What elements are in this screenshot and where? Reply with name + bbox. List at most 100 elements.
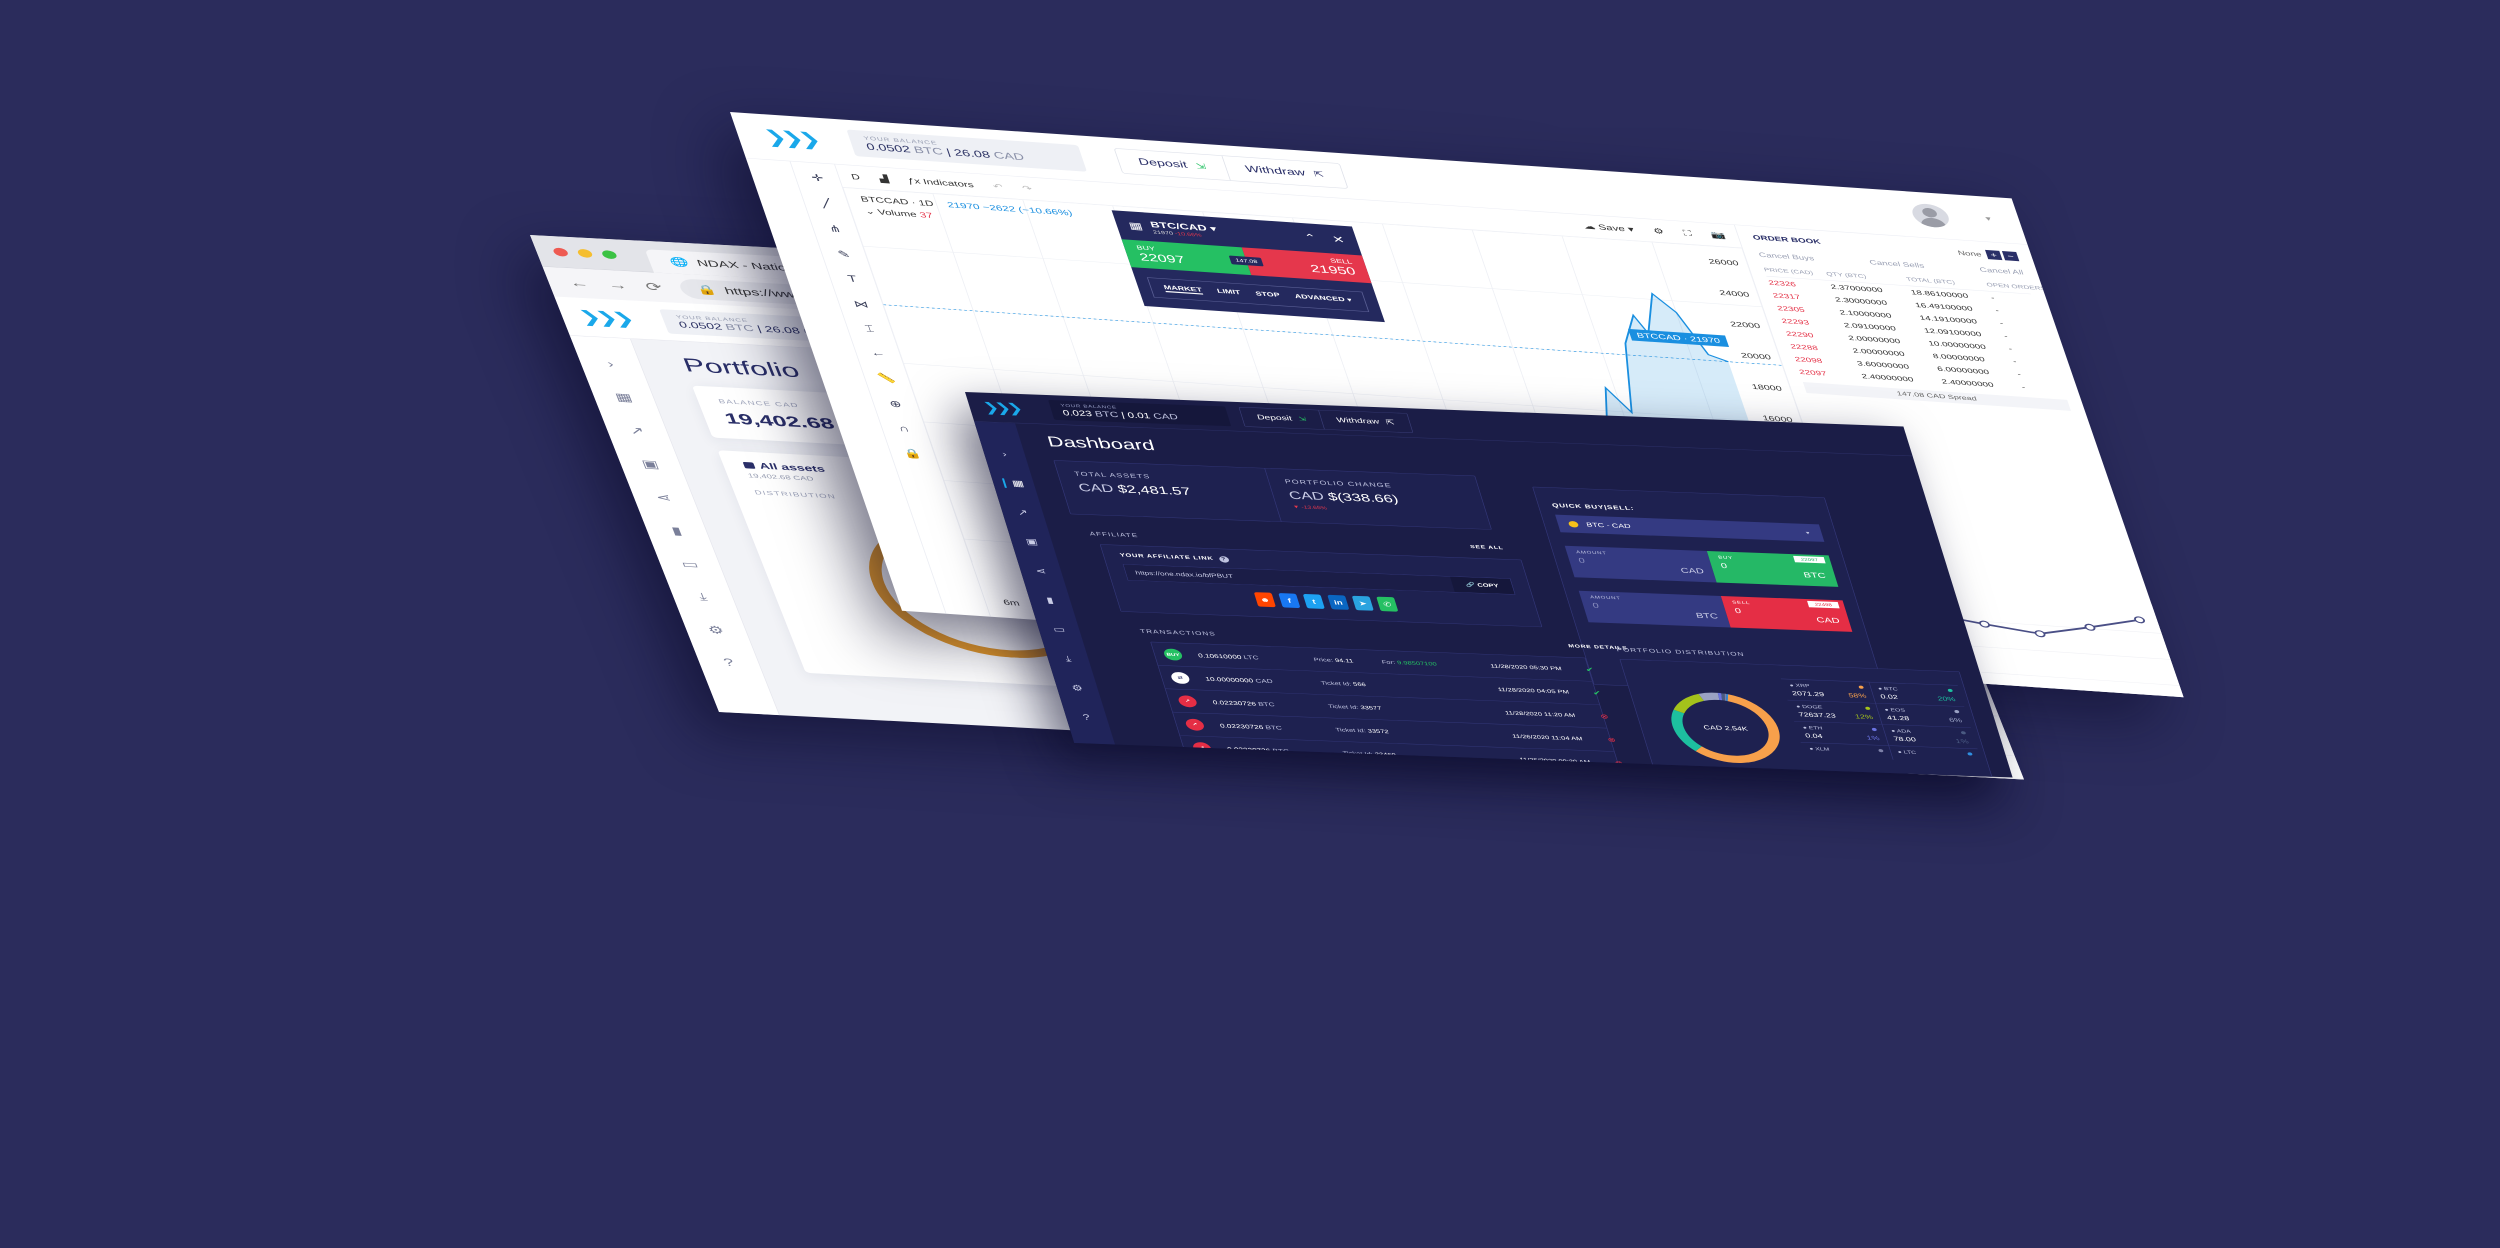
avatar-caret-icon[interactable]: ▼ <box>1983 216 1994 223</box>
minus-icon[interactable]: − <box>2001 251 2020 262</box>
transactions-label: TRANSACTIONS <box>1139 627 1217 638</box>
plus-icon[interactable]: + <box>1985 249 2003 261</box>
asset-tab-0[interactable]: All assets 19,402.68 CAD <box>742 461 830 483</box>
download-icon[interactable]: ⤓ <box>1064 654 1072 664</box>
document-icon[interactable]: ▮ <box>669 524 684 538</box>
cancel-sells-button[interactable]: Cancel Sells <box>1868 259 1925 270</box>
quick-sell-button[interactable]: SELL 0 CAD 22498 <box>1720 595 1853 632</box>
share-icon[interactable]: ⋖ <box>1034 566 1047 576</box>
fullscreen-icon[interactable]: ⛶ <box>1682 228 1693 238</box>
maximize-window-button[interactable] <box>600 249 618 260</box>
reload-icon[interactable]: ⟳ <box>643 280 665 295</box>
settings-icon[interactable]: ⚙ <box>706 623 727 637</box>
help-icon[interactable]: ? <box>722 657 737 670</box>
text-icon[interactable]: T <box>846 274 858 285</box>
wallet-icon[interactable]: ▣ <box>1025 537 1040 547</box>
pair-select[interactable]: BTC - CAD ▼ <box>1555 514 1825 542</box>
trendline-icon[interactable]: ╱ <box>820 197 833 209</box>
arrow-left-icon[interactable]: ← <box>869 348 887 359</box>
user-avatar[interactable] <box>1908 202 1953 229</box>
pattern-icon[interactable]: ⋈ <box>852 298 870 311</box>
distribution-pct: 20% <box>1936 695 1957 703</box>
settings-icon[interactable]: ⚙ <box>1070 683 1084 693</box>
measure-icon[interactable]: ⌶ <box>864 324 876 335</box>
order-type-limit[interactable]: LIMIT <box>1216 288 1242 297</box>
order-book-title: ORDER BOOK <box>1751 234 1822 246</box>
close-window-button[interactable] <box>551 247 570 257</box>
copy-button[interactable]: 🔗 COPY <box>1450 576 1515 595</box>
wallet-icon[interactable]: ▣ <box>639 457 661 471</box>
chart-type-icon[interactable]: ▟ <box>878 174 890 184</box>
tx-detail-2 <box>1404 732 1513 736</box>
magnet-icon[interactable]: ∩ <box>897 424 911 435</box>
indicators-button[interactable]: ƒx Indicators <box>906 176 975 189</box>
trade-button[interactable]: TRADE <box>1879 775 1964 780</box>
trade-chart-icon[interactable]: ↗ <box>627 424 647 438</box>
brush-icon[interactable]: ✎ <box>836 248 852 260</box>
distribution-pct: 12% <box>1854 712 1874 721</box>
see-all-link[interactable]: SEE ALL <box>1470 544 1505 550</box>
crosshair-icon[interactable]: ✛ <box>810 172 826 184</box>
order-type-stop[interactable]: STOP <box>1255 291 1282 300</box>
download-icon[interactable]: ⤓ <box>697 591 710 604</box>
cancel-buys-button[interactable]: Cancel Buys <box>1758 252 1815 263</box>
undo-icon[interactable]: ↶ <box>991 181 1004 191</box>
balance-cad-unit: CAD <box>992 150 1026 163</box>
reddit-share-icon[interactable]: ☻ <box>1253 592 1276 608</box>
deposit-button[interactable]: Deposit ⇲ <box>1115 148 1229 180</box>
withdraw-button[interactable]: Withdraw ⇱ <box>1221 155 1348 188</box>
telegram-share-icon[interactable]: ➤ <box>1351 595 1374 611</box>
order-widget: ▦ BTC/CAD ▾ 21970 -10.66% ⌃ ✕ BUY 22097 … <box>1111 210 1385 323</box>
monitor-icon[interactable]: ▭ <box>1052 625 1067 635</box>
forward-icon[interactable]: → <box>605 278 630 293</box>
back-icon[interactable]: ← <box>567 276 592 291</box>
whatsapp-share-icon[interactable]: ✆ <box>1376 596 1399 612</box>
order-type-market[interactable]: MARKET <box>1162 284 1204 295</box>
ndax-logo-icon[interactable]: ❯❯❯ <box>576 307 633 328</box>
order-type-tabs: MARKET LIMIT STOP ADVANCED ▾ <box>1146 277 1370 313</box>
ndax-logo-icon[interactable]: ❯❯❯ <box>761 127 819 151</box>
ruler-icon[interactable]: 📏 <box>876 372 898 385</box>
tx-detail-key: Ticket Id: <box>1334 727 1369 734</box>
interval-button[interactable]: D <box>850 172 861 181</box>
grouping-control[interactable]: None + − <box>1956 248 2020 262</box>
share-icon[interactable]: ⋖ <box>654 491 674 505</box>
minimize-window-button[interactable] <box>576 248 594 258</box>
document-icon[interactable]: ▮ <box>1045 596 1055 606</box>
collapse-up-icon[interactable]: ⌃ <box>1303 232 1319 244</box>
buy-amount-input[interactable]: AMOUNT 0 CAD <box>1564 545 1717 583</box>
ob-open: - <box>2020 383 2027 391</box>
range-6m[interactable]: 6m <box>1002 598 1021 608</box>
quick-buy-button[interactable]: BUY 0 BTC 22097 <box>1706 550 1839 587</box>
withdraw-button[interactable]: Withdraw ⇱ <box>1318 410 1413 433</box>
grid-menu-icon[interactable]: ▦ <box>1127 220 1144 233</box>
ndax-logo-icon[interactable]: ❯❯❯ <box>981 400 1040 417</box>
trade-chart-icon[interactable]: ↗ <box>1016 508 1029 518</box>
dashboard-icon[interactable]: ▦ <box>1001 478 1026 489</box>
monitor-icon[interactable]: ▭ <box>679 557 701 571</box>
facebook-share-icon[interactable]: f <box>1278 593 1301 609</box>
fork-icon[interactable]: ⋔ <box>827 223 843 235</box>
sidebar-expand-icon[interactable]: › <box>605 358 616 370</box>
deposit-button[interactable]: Deposit ⇲ <box>1239 407 1324 429</box>
distribution-item-header: ● LTC <box>1897 750 1973 758</box>
chart-settings-icon[interactable]: ⚙ <box>1652 226 1666 236</box>
help-icon[interactable]: ? <box>1082 713 1092 723</box>
tx-icon-cell: ↗ <box>1176 694 1215 708</box>
sell-amount-input[interactable]: AMOUNT 0 BTC <box>1578 590 1731 628</box>
cancel-all-button[interactable]: Cancel All <box>1979 266 2025 276</box>
close-icon[interactable]: ✕ <box>1331 233 1347 246</box>
twitter-share-icon[interactable]: t <box>1302 593 1325 609</box>
save-button[interactable]: ☁ Save ▾ <box>1582 221 1635 234</box>
balance-btc: 0.023 <box>1061 408 1094 418</box>
dashboard-window: ❯❯❯ YOUR BALANCE 0.023 BTC | 0.01 CAD De… <box>965 392 2013 778</box>
help-icon[interactable]: ? <box>1218 556 1230 563</box>
lock-drawings-icon[interactable]: 🔒 <box>902 448 924 461</box>
sidebar-expand-icon[interactable]: › <box>1001 449 1008 459</box>
screenshot-icon[interactable]: 📷 <box>1709 230 1727 240</box>
zoom-in-icon[interactable]: ⊕ <box>888 398 904 410</box>
redo-icon[interactable]: ↷ <box>1021 183 1034 193</box>
order-type-advanced[interactable]: ADVANCED ▾ <box>1294 293 1353 304</box>
dashboard-icon[interactable]: ▦ <box>613 390 635 404</box>
linkedin-share-icon[interactable]: in <box>1327 594 1350 610</box>
